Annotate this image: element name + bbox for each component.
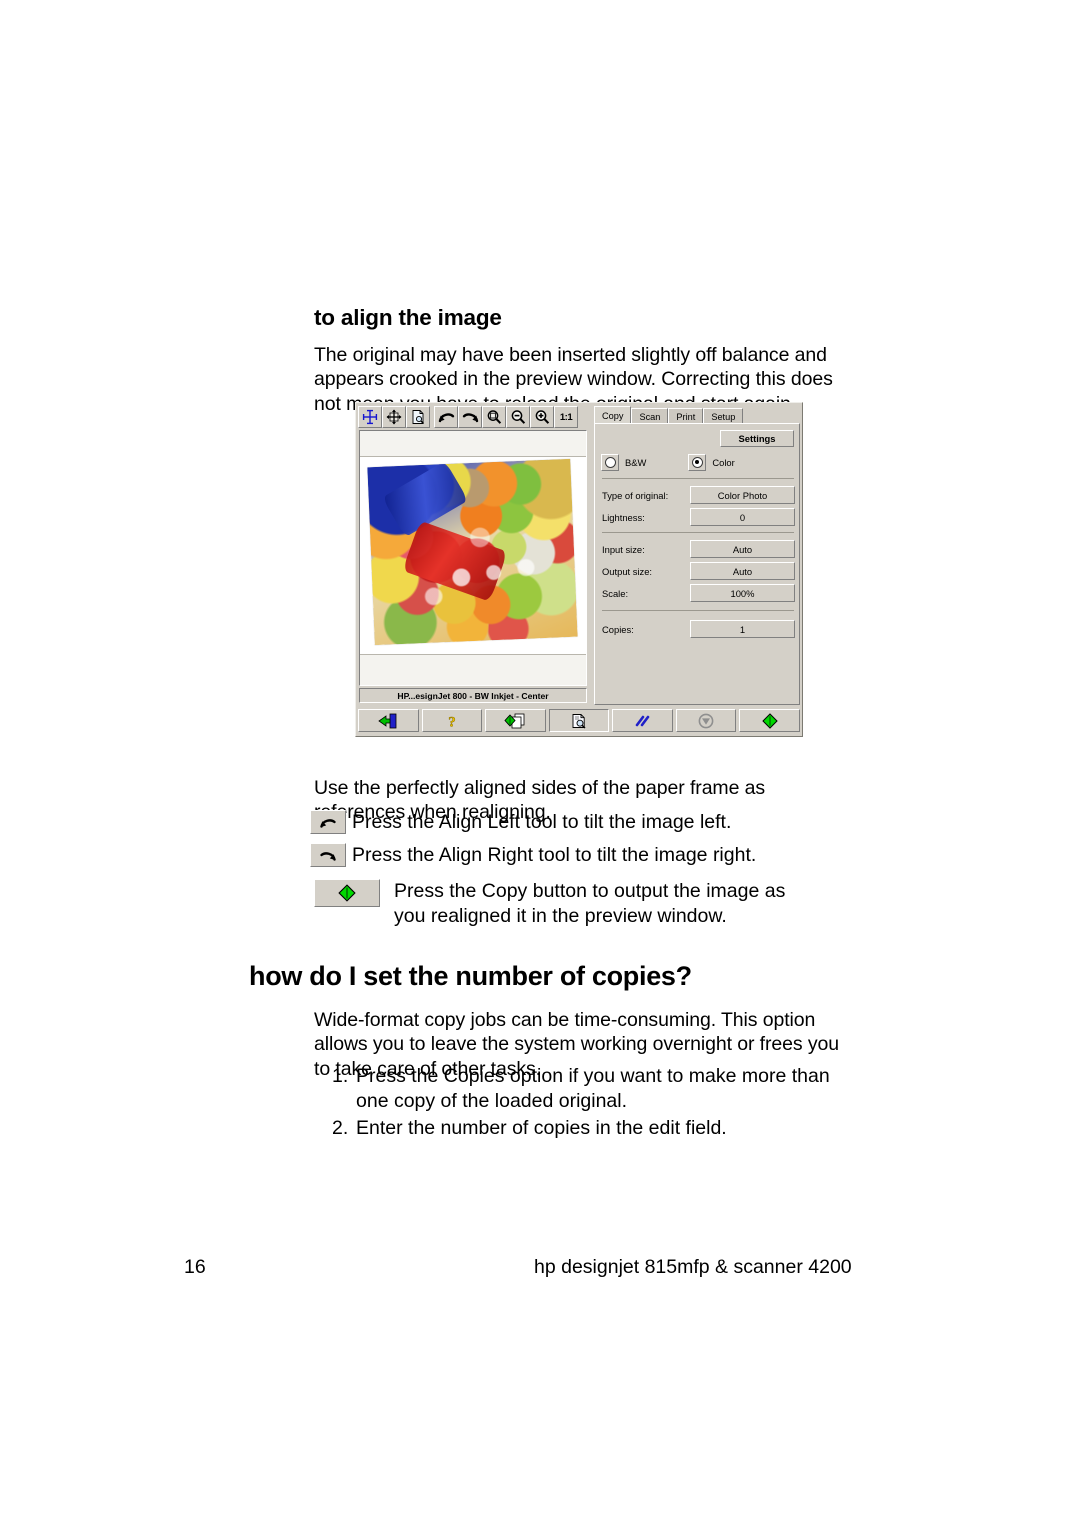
preview-icon[interactable] (548, 709, 610, 732)
settings-button[interactable]: Settings (720, 430, 794, 447)
field-type-of-original-label: Type of original: (602, 489, 669, 501)
panel-tabs: Copy Scan Print Setup (594, 406, 800, 424)
radio-color-label: Color (712, 456, 735, 468)
divider-3 (602, 610, 794, 611)
radio-color[interactable] (688, 453, 707, 471)
exit-icon[interactable] (358, 709, 419, 732)
paper-frame (360, 456, 586, 655)
stop-icon[interactable] (675, 709, 737, 732)
zoom-fit-icon[interactable] (482, 406, 506, 428)
copy-icon[interactable] (739, 709, 801, 732)
bullet-copy-button-text: Press the Copy button to output the imag… (394, 880, 786, 927)
step-number: 1. (332, 1065, 349, 1087)
preview-page-icon[interactable] (406, 406, 430, 428)
radio-bw[interactable] (601, 453, 619, 471)
radio-bw-dot (604, 456, 616, 468)
footer-page-number: 16 (184, 1256, 206, 1278)
color-mode-row: B&W Color (601, 452, 797, 472)
bullet-align-right-text: Press the Align Right tool to tilt the i… (352, 844, 757, 866)
tab-scan[interactable]: Scan (631, 408, 669, 424)
image-toolbar: 1:1 (358, 405, 588, 429)
align-right-icon[interactable] (458, 406, 482, 428)
help-icon[interactable]: ? (421, 709, 483, 732)
move-icon[interactable] (382, 406, 406, 428)
field-lightness-value[interactable]: 0 (690, 508, 795, 526)
zoom-one-to-one-icon[interactable]: 1:1 (554, 406, 578, 428)
field-copies-label: Copies: (602, 623, 634, 635)
zoom-one-to-one-label: 1:1 (559, 411, 573, 423)
scanner-copy-window: 1:1 HP...esignJet 800 - BW Inkjet - Cent… (355, 402, 803, 737)
document-page: to align the image The original may have… (0, 0, 1080, 1528)
zoom-out-icon[interactable] (506, 406, 530, 428)
field-input-size-value[interactable]: Auto (690, 540, 795, 558)
section-subheading: to align the image (314, 304, 502, 330)
step-text: Enter the number of copies in the edit f… (356, 1116, 727, 1139)
preview-area[interactable] (359, 430, 587, 686)
bullet-align-left: Press the Align Left tool to tilt the im… (310, 810, 731, 835)
tab-copy[interactable]: Copy (594, 406, 632, 424)
radio-color-dot (691, 456, 703, 468)
field-output-size-label: Output size: (602, 565, 653, 577)
page-title: how do I set the number of copies? (249, 961, 692, 992)
field-scale-label: Scale: (602, 587, 629, 599)
field-type-of-original[interactable]: Type of original: Color Photo (602, 484, 795, 506)
list-item: 2. Enter the number of copies in the edi… (332, 1116, 852, 1141)
scanned-image-preview (367, 458, 578, 646)
status-bar: HP...esignJet 800 - BW Inkjet - Center (359, 688, 587, 703)
field-copies-value[interactable]: 1 (690, 620, 795, 638)
zoom-in-icon[interactable] (530, 406, 554, 428)
field-scale-value[interactable]: 100% (690, 584, 795, 602)
align-right-icon[interactable] (310, 843, 346, 867)
field-input-size-label: Input size: (602, 543, 645, 555)
bullet-copy-button: Press the Copy button to output the imag… (314, 879, 794, 929)
field-output-size[interactable]: Output size: Auto (602, 560, 795, 582)
radio-bw-label: B&W (625, 456, 647, 468)
action-button-bar: ? (358, 707, 801, 734)
tab-print[interactable]: Print (668, 408, 704, 424)
align-left-icon[interactable] (310, 810, 346, 834)
step-text: Press the Copies option if you want to m… (356, 1065, 830, 1112)
reset-icon[interactable] (612, 709, 673, 732)
field-output-size-value[interactable]: Auto (690, 562, 795, 580)
footer-product-name: hp designjet 815mfp & scanner 4200 (534, 1256, 852, 1278)
field-type-of-original-value[interactable]: Color Photo (690, 486, 795, 504)
list-item: 1. Press the Copies option if you want t… (332, 1064, 852, 1114)
field-scale[interactable]: Scale: 100% (602, 582, 795, 604)
bullet-align-right: Press the Align Right tool to tilt the i… (310, 843, 756, 868)
field-input-size[interactable]: Input size: Auto (602, 538, 795, 560)
field-lightness-label: Lightness: (602, 511, 645, 523)
copy-to-file-icon[interactable] (485, 709, 546, 732)
field-copies[interactable]: Copies: 1 (602, 618, 795, 640)
field-lightness[interactable]: Lightness: 0 (602, 506, 795, 528)
align-crosshair-icon[interactable] (358, 406, 382, 428)
align-left-icon[interactable] (434, 406, 458, 428)
divider-1 (602, 478, 794, 479)
svg-text:?: ? (448, 714, 456, 729)
numbered-steps: 1. Press the Copies option if you want t… (332, 1064, 852, 1140)
tab-setup[interactable]: Setup (703, 408, 744, 424)
copy-button-icon[interactable] (314, 879, 380, 907)
bullet-align-left-text: Press the Align Left tool to tilt the im… (352, 811, 732, 833)
step-number: 2. (332, 1116, 349, 1139)
copy-settings-panel: Settings B&W Color Type of original: Col… (594, 423, 800, 705)
divider-2 (602, 532, 794, 533)
